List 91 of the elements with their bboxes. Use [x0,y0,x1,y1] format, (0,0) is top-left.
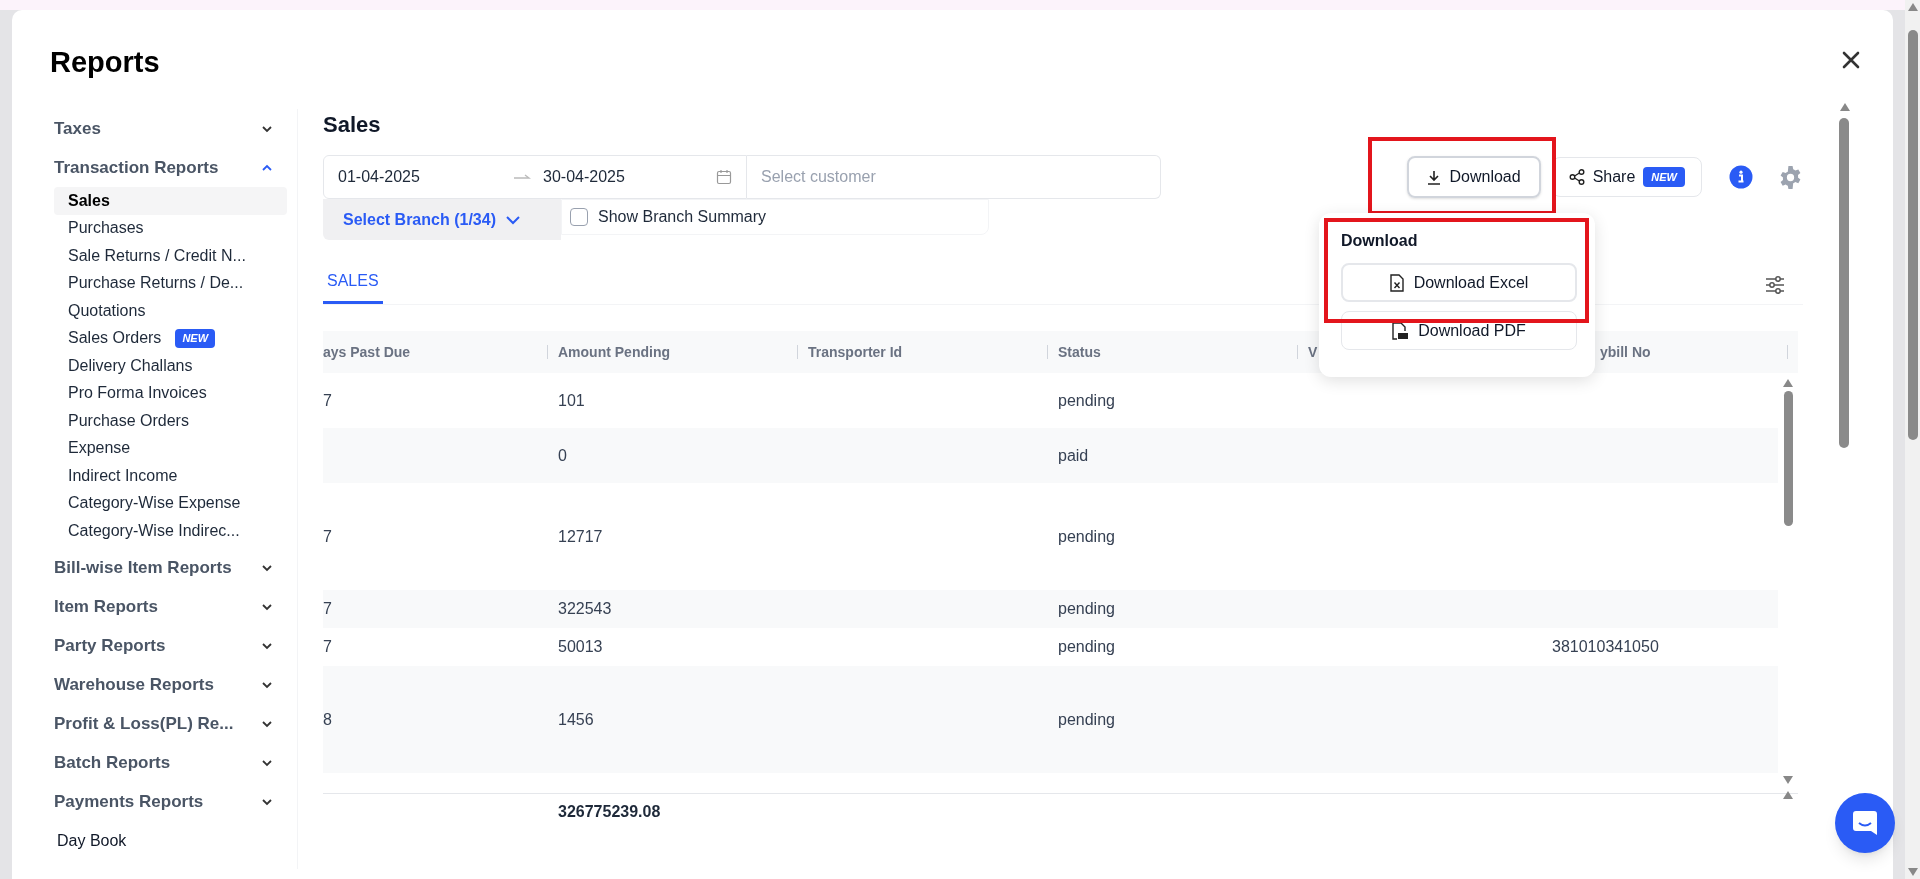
sidebar-item[interactable]: Purchase Orders [54,407,287,435]
table-cell: pending [1058,527,1115,545]
sidebar-item[interactable]: Delivery Challans [54,352,287,380]
column-header: ays Past Due [323,342,411,362]
chevron-down-icon [505,214,520,225]
pdf-file-icon [1392,321,1409,340]
new-badge: NEW [175,329,216,348]
table-cell: 0 [558,446,567,464]
table-cell: 381010341050 [1552,638,1659,655]
scroll-down-icon[interactable] [1907,868,1918,876]
date-range-field[interactable]: 01-04-2025 30-04-2025 [323,155,747,199]
settings-icon[interactable] [1778,164,1803,190]
scroll-up-icon[interactable] [1907,3,1918,11]
total-amount: 326775239.08 [558,801,662,822]
scroll-up-icon[interactable] [1840,103,1850,111]
branch-summary-checkbox[interactable]: Show Branch Summary [561,199,989,235]
table-cell: 8 [323,710,332,728]
table-cell: 322543 [558,600,612,617]
customer-select-field[interactable]: Select customer [747,155,1161,199]
share-icon [1568,169,1585,185]
table-cell: pending [1058,600,1115,617]
chevron-down-icon [261,562,273,574]
new-badge: NEW [1643,166,1685,188]
column-header: ybill No [1600,342,1651,362]
download-button[interactable]: Download [1407,156,1541,198]
table-cell: pending [1058,391,1115,409]
chat-icon [1851,809,1879,837]
chevron-down-icon [261,796,273,808]
table-cell: 12717 [558,527,603,545]
sidebar-group[interactable]: Party Reports [54,626,287,666]
column-header: Status [1058,342,1101,362]
column-settings-icon[interactable] [1765,276,1785,294]
sidebar-group[interactable]: Warehouse Reports [54,665,287,705]
sidebar-item[interactable]: Sale Returns / Credit N... [54,242,287,270]
sidebar-group[interactable]: Payments Reports [54,782,287,822]
sidebar-item[interactable]: Category-Wise Expense [54,489,287,517]
sidebar-item[interactable]: Quotations [54,297,287,325]
chevron-down-icon [261,757,273,769]
start-date: 01-04-2025 [338,167,421,187]
sidebar-group[interactable]: Profit & Loss(PL) Re... [54,704,287,744]
chevron-down-icon [261,601,273,613]
sidebar-link[interactable]: Day Book [54,821,287,860]
close-icon [1842,51,1860,69]
sidebar-item[interactable]: Purchases [54,214,287,242]
end-date: 30-04-2025 [543,167,626,187]
dialog-title: Reports [50,48,160,77]
table-cell: 7 [323,638,332,655]
column-header: V [1308,342,1318,362]
table-cell: pending [1058,638,1115,655]
sidebar-group[interactable]: Item Reports [54,587,287,627]
column-header: Transporter Id [808,342,903,362]
checkbox[interactable] [570,208,588,226]
calendar-icon [716,169,732,185]
sidebar-item[interactable]: Purchase Returns / De... [54,269,287,297]
chevron-down-icon [261,718,273,730]
page-heading: Sales [323,114,382,136]
info-icon[interactable] [1729,165,1753,189]
table-cell: 7 [323,391,332,409]
table-cell: 50013 [558,638,603,655]
table-cell: 7 [323,527,332,545]
sidebar-item[interactable]: Indirect Income [54,462,287,490]
table-cell: 7 [323,600,332,617]
select-branch-dropdown[interactable]: Select Branch (1/34) [323,199,561,240]
sidebar-item[interactable]: Expense [54,434,287,462]
sidebar-item[interactable]: Pro Forma Invoices [54,379,287,407]
sidebar-item[interactable]: Sales Orders NEW [54,324,287,352]
download-option[interactable]: Download PDF [1341,311,1577,350]
sidebar-group[interactable]: Taxes [54,109,287,148]
download-option[interactable]: Download Excel [1341,263,1577,302]
scroll-down-icon[interactable] [1783,776,1793,784]
excel-file-icon [1389,273,1404,292]
sidebar-item[interactable]: Sales [54,187,287,215]
scrollbar-thumb[interactable] [1839,118,1849,448]
column-header: Amount Pending [558,342,670,362]
scrollbar-thumb[interactable] [1908,30,1918,440]
scrollbar-thumb[interactable] [1783,391,1793,526]
sidebar-item[interactable]: Category-Wise Indirec... [54,517,287,545]
chevron-down-icon [261,640,273,652]
tab[interactable]: SALES [323,269,383,304]
sidebar-group[interactable]: Bill-wise Item Reports [54,548,287,588]
sidebar-group[interactable]: Batch Reports [54,743,287,783]
table-cell: paid [1058,446,1089,464]
sidebar-group[interactable]: Transaction Reports [54,148,287,187]
table-cell: pending [1058,710,1115,728]
table-cell: 101 [558,391,585,409]
download-icon [1427,169,1442,185]
scroll-up-icon[interactable] [1783,379,1793,387]
table-cell: 1456 [558,710,594,728]
menu-title: Download [1341,231,1419,251]
scroll-up-icon[interactable] [1783,791,1793,799]
chevron-down-icon [261,679,273,691]
